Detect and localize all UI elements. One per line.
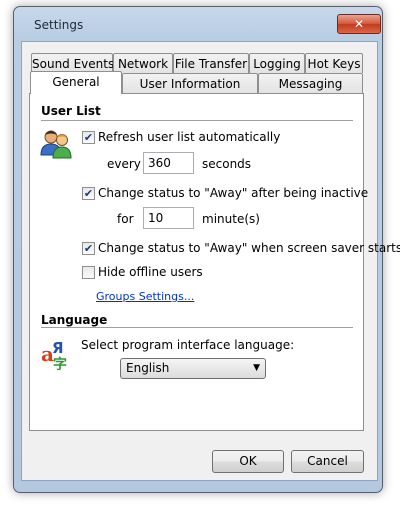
language-prompt: Select program interface language: <box>81 338 295 352</box>
user-list-heading: User List <box>41 104 101 118</box>
close-button[interactable]: ✕ <box>337 14 381 34</box>
tab-general[interactable]: General <box>30 71 122 94</box>
for-label: for <box>117 212 134 226</box>
users-icon <box>40 130 72 159</box>
away-inactive-checkbox[interactable]: ✔ <box>82 187 95 200</box>
minutes-label: minute(s) <box>202 212 260 226</box>
hide-offline-checkbox[interactable] <box>82 266 95 279</box>
language-icon: a Я 字 <box>41 339 67 370</box>
window-title: Settings <box>34 18 84 32</box>
close-icon: ✕ <box>353 17 365 31</box>
every-label: every <box>107 157 141 171</box>
cancel-button[interactable]: Cancel <box>291 450 364 473</box>
tab-logging[interactable]: Logging <box>249 53 305 73</box>
refresh-interval-input[interactable]: 360 <box>143 152 194 174</box>
tab-network[interactable]: Network <box>113 53 173 73</box>
tab-messaging[interactable]: Messaging <box>258 73 363 93</box>
user-list-divider <box>41 120 353 121</box>
language-heading: Language <box>41 313 108 327</box>
svg-text:字: 字 <box>53 356 67 370</box>
language-select-value: English <box>126 361 170 375</box>
refresh-checkbox[interactable]: ✔ <box>82 131 95 144</box>
tab-hot-keys[interactable]: Hot Keys <box>305 53 363 73</box>
hide-offline-label: Hide offline users <box>98 265 203 279</box>
ok-button[interactable]: OK <box>212 450 284 473</box>
inactive-minutes-input[interactable]: 10 <box>143 207 194 229</box>
svg-text:Я: Я <box>52 339 64 357</box>
language-select[interactable]: English ▼ <box>120 358 266 379</box>
language-divider <box>41 327 353 328</box>
away-screensaver-label: Change status to "Away" when screen save… <box>98 241 400 255</box>
groups-settings-link[interactable]: Groups Settings... <box>96 290 194 303</box>
tab-sound-events[interactable]: Sound Events <box>31 53 114 73</box>
away-inactive-label: Change status to "Away" after being inac… <box>98 186 369 200</box>
tab-file-transfer[interactable]: File Transfer <box>173 53 249 73</box>
dropdown-arrow-icon: ▼ <box>253 363 260 373</box>
refresh-label: Refresh user list automatically <box>98 130 281 144</box>
tab-user-information[interactable]: User Information <box>122 73 258 93</box>
seconds-label: seconds <box>202 157 252 171</box>
away-screensaver-checkbox[interactable]: ✔ <box>82 242 95 255</box>
